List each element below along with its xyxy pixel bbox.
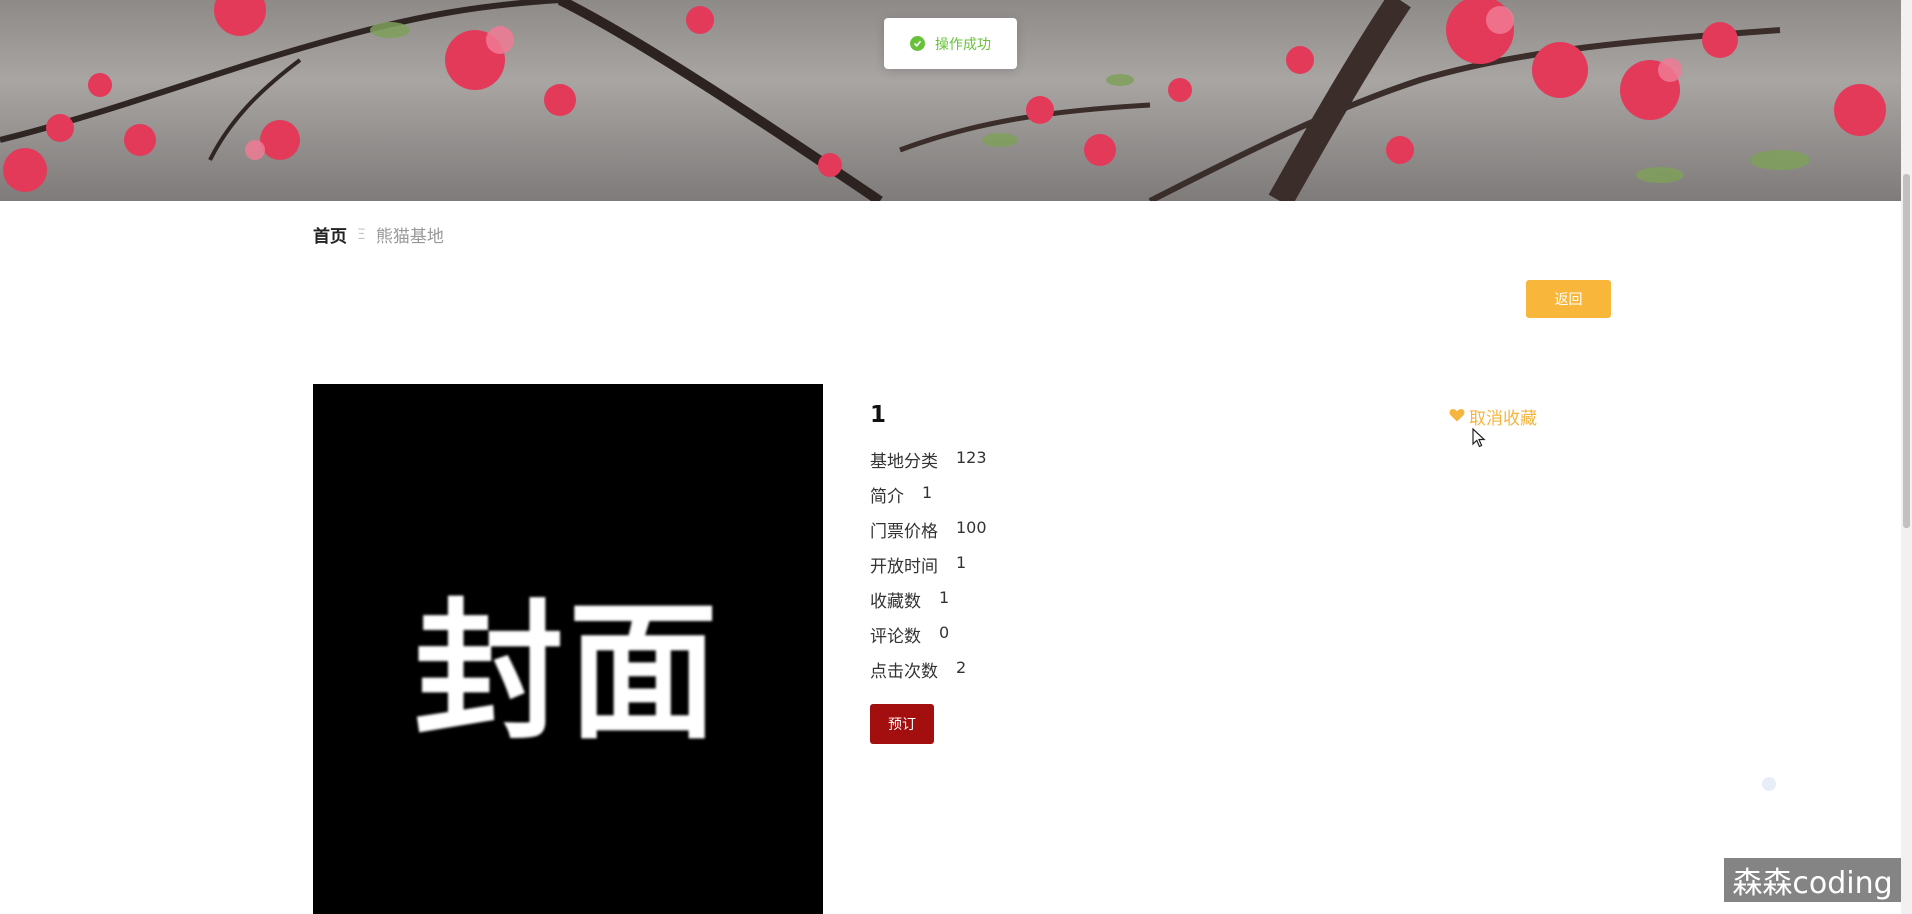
detail-label: 收藏数 xyxy=(870,592,921,612)
decorative-dot xyxy=(1762,777,1776,791)
breadcrumb: 首页 Ξ 熊猫基地 xyxy=(313,222,444,248)
detail-row-comments: 评论数 0 xyxy=(870,617,987,652)
detail-value: 1 xyxy=(922,483,933,502)
detail-row-open-time: 开放时间 1 xyxy=(870,547,987,582)
detail-value: 1 xyxy=(939,588,950,607)
detail-label: 简介 xyxy=(870,487,904,507)
cover-image: 封面 xyxy=(313,384,823,914)
detail-label: 评论数 xyxy=(870,627,921,647)
detail-label: 门票价格 xyxy=(870,522,938,542)
breadcrumb-current: 熊猫基地 xyxy=(375,227,444,247)
back-button[interactable]: 返回 xyxy=(1526,280,1611,318)
watermark: 森森coding xyxy=(1724,858,1901,902)
detail-row-intro: 简介 1 xyxy=(870,477,987,512)
cover-text: 封面 xyxy=(413,585,722,760)
breadcrumb-home[interactable]: 首页 xyxy=(313,222,347,247)
item-title: 1 xyxy=(870,402,887,428)
detail-value: 1 xyxy=(956,553,967,572)
scrollbar-thumb[interactable] xyxy=(1903,174,1910,528)
breadcrumb-separator: Ξ xyxy=(357,226,366,243)
mouse-pointer-icon xyxy=(1472,427,1486,452)
detail-row-favorites: 收藏数 1 xyxy=(870,582,987,617)
check-circle-icon xyxy=(910,36,925,51)
detail-row-price: 门票价格 100 xyxy=(870,512,987,547)
detail-value: 123 xyxy=(956,448,987,467)
detail-label: 点击次数 xyxy=(870,662,938,682)
detail-row-clicks: 点击次数 2 xyxy=(870,652,987,687)
detail-list: 基地分类 123 简介 1 门票价格 100 开放时间 1 收藏数 1 评论数 … xyxy=(870,442,987,687)
unfavorite-button[interactable]: 取消收藏 xyxy=(1449,404,1537,429)
detail-label: 开放时间 xyxy=(870,557,938,577)
toast-message: 操作成功 xyxy=(935,36,991,53)
unfavorite-label: 取消收藏 xyxy=(1469,409,1537,429)
book-button[interactable]: 预订 xyxy=(870,704,934,744)
detail-label: 基地分类 xyxy=(870,452,938,472)
detail-value: 100 xyxy=(956,518,987,537)
detail-value: 2 xyxy=(956,658,967,677)
detail-value: 0 xyxy=(939,623,950,642)
success-toast: 操作成功 xyxy=(884,18,1017,69)
detail-row-category: 基地分类 123 xyxy=(870,442,987,477)
heart-icon xyxy=(1449,407,1465,427)
